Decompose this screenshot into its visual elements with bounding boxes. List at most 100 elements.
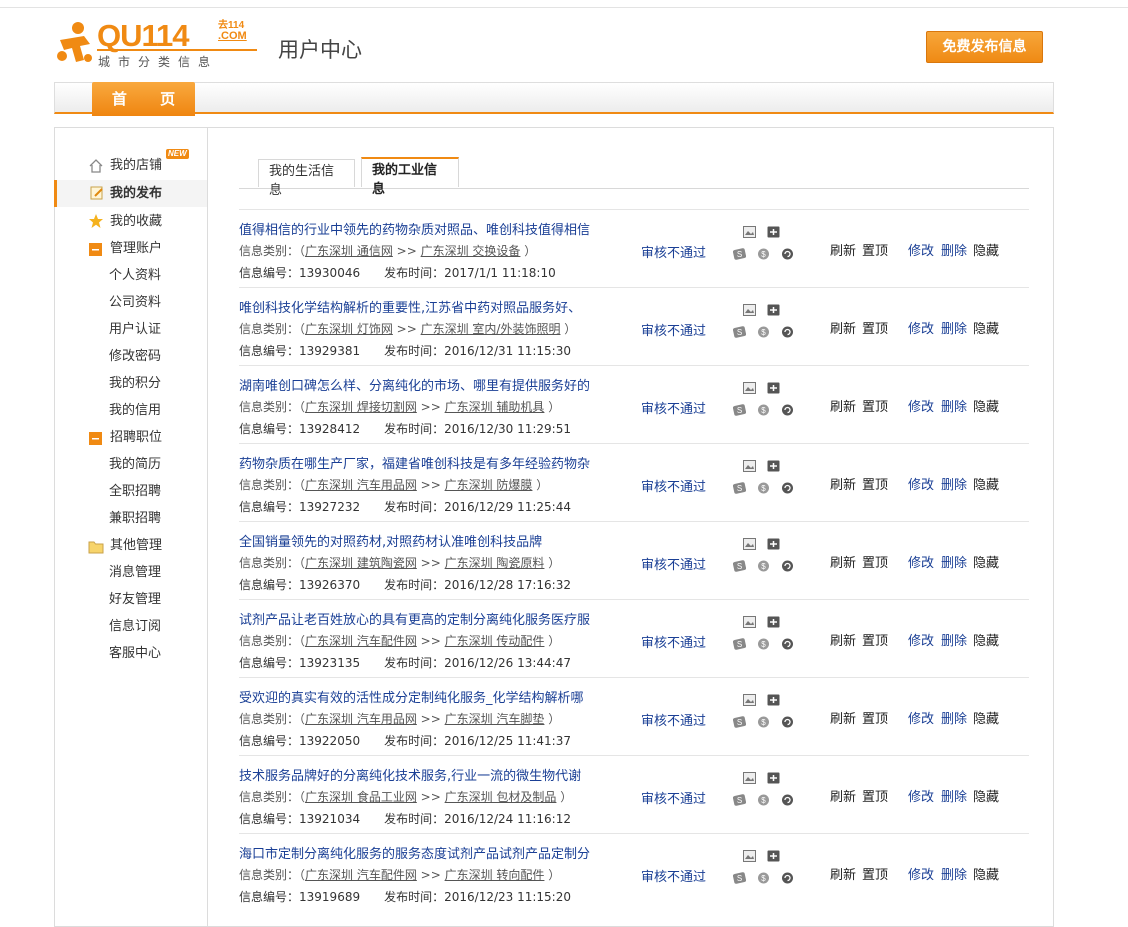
image-icon[interactable] <box>743 850 756 862</box>
category-link-2[interactable]: 广东深圳 传动配件 <box>445 634 545 648</box>
top-action[interactable]: 置顶 <box>862 864 888 883</box>
collapse-icon[interactable] <box>88 242 104 258</box>
hide-action[interactable]: 隐藏 <box>973 708 999 727</box>
refresh-icon[interactable] <box>781 404 794 416</box>
delete-action[interactable]: 删除 <box>941 474 967 493</box>
category-link-1[interactable]: 广东深圳 通信网 <box>305 244 393 258</box>
edit-action[interactable]: 修改 <box>908 786 934 805</box>
refresh-action[interactable]: 刷新 <box>830 630 856 649</box>
post-title[interactable]: 海口市定制分离纯化服务的服务态度试剂产品试剂产品定制分 <box>239 843 590 862</box>
refresh-action[interactable]: 刷新 <box>830 552 856 571</box>
post-title[interactable]: 受欢迎的真实有效的活性成分定制纯化服务_化学结构解析哪 <box>239 687 584 706</box>
sidebar-friends[interactable]: 好友管理 <box>109 590 161 610</box>
sticky-icon[interactable]: S <box>733 404 746 416</box>
delete-action[interactable]: 删除 <box>941 786 967 805</box>
post-title[interactable]: 湖南唯创口碑怎么样、分离纯化的市场、哪里有提供服务好的 <box>239 375 590 394</box>
coin-icon[interactable]: $ <box>757 248 770 260</box>
category-link-1[interactable]: 广东深圳 建筑陶瓷网 <box>305 556 417 570</box>
category-link-2[interactable]: 广东深圳 陶瓷原料 <box>445 556 545 570</box>
category-link-1[interactable]: 广东深圳 焊接切割网 <box>305 400 417 414</box>
review-status[interactable]: 审核不通过 <box>641 554 706 573</box>
edit-action[interactable]: 修改 <box>908 708 934 727</box>
refresh-icon[interactable] <box>781 482 794 494</box>
sidebar-my-points[interactable]: 我的积分 <box>109 374 161 394</box>
refresh-action[interactable]: 刷新 <box>830 786 856 805</box>
post-title[interactable]: 全国销量领先的对照药材,对照药材认准唯创科技品牌 <box>239 531 542 550</box>
delete-action[interactable]: 删除 <box>941 864 967 883</box>
sidebar-my-posts[interactable]: 我的发布 <box>54 180 207 207</box>
review-status[interactable]: 审核不通过 <box>641 398 706 417</box>
category-link-2[interactable]: 广东深圳 辅助机具 <box>445 400 545 414</box>
category-link-2[interactable]: 广东深圳 包材及制品 <box>445 790 557 804</box>
hide-action[interactable]: 隐藏 <box>973 396 999 415</box>
sidebar-user-verify[interactable]: 用户认证 <box>109 320 161 340</box>
sidebar-subscriptions[interactable]: 信息订阅 <box>109 617 161 637</box>
site-logo[interactable]: QU114 去114 .COM 城市分类信息 <box>54 18 260 70</box>
delete-action[interactable]: 删除 <box>941 708 967 727</box>
edit-action[interactable]: 修改 <box>908 474 934 493</box>
post-title[interactable]: 值得相信的行业中领先的药物杂质对照品、唯创科技值得相信 <box>239 219 590 238</box>
nav-home-tab[interactable]: 首 页 <box>92 82 195 116</box>
sidebar-change-password[interactable]: 修改密码 <box>109 347 161 367</box>
post-title[interactable]: 药物杂质在哪生产厂家，福建省唯创科技是有多年经验药物杂 <box>239 453 590 472</box>
sidebar-my-resume[interactable]: 我的简历 <box>109 455 161 475</box>
sidebar-parttime-jobs[interactable]: 兼职招聘 <box>109 509 161 529</box>
category-link-2[interactable]: 广东深圳 交换设备 <box>421 244 521 258</box>
sidebar-customer-service[interactable]: 客服中心 <box>109 644 161 664</box>
sidebar-personal-info[interactable]: 个人资料 <box>109 266 161 286</box>
refresh-action[interactable]: 刷新 <box>830 864 856 883</box>
coin-icon[interactable]: $ <box>757 716 770 728</box>
tab-industrial-info[interactable]: 我的工业信息 <box>361 157 459 197</box>
move-icon[interactable] <box>767 382 780 394</box>
top-action[interactable]: 置顶 <box>862 318 888 337</box>
refresh-action[interactable]: 刷新 <box>830 318 856 337</box>
refresh-action[interactable]: 刷新 <box>830 396 856 415</box>
review-status[interactable]: 审核不通过 <box>641 710 706 729</box>
move-icon[interactable] <box>767 538 780 550</box>
top-action[interactable]: 置顶 <box>862 474 888 493</box>
image-icon[interactable] <box>743 694 756 706</box>
edit-action[interactable]: 修改 <box>908 552 934 571</box>
review-status[interactable]: 审核不通过 <box>641 476 706 495</box>
edit-action[interactable]: 修改 <box>908 396 934 415</box>
post-title[interactable]: 试剂产品让老百姓放心的具有更高的定制分离纯化服务医疗服 <box>239 609 590 628</box>
delete-action[interactable]: 删除 <box>941 240 967 259</box>
delete-action[interactable]: 删除 <box>941 396 967 415</box>
delete-action[interactable]: 删除 <box>941 552 967 571</box>
image-icon[interactable] <box>743 382 756 394</box>
tab-life-info[interactable]: 我的生活信息 <box>258 159 355 198</box>
review-status[interactable]: 审核不通过 <box>641 242 706 261</box>
top-action[interactable]: 置顶 <box>862 786 888 805</box>
category-link-1[interactable]: 广东深圳 汽车用品网 <box>305 712 417 726</box>
hide-action[interactable]: 隐藏 <box>973 240 999 259</box>
sidebar-my-credit[interactable]: 我的信用 <box>109 401 161 421</box>
category-link-1[interactable]: 广东深圳 汽车配件网 <box>305 634 417 648</box>
coin-icon[interactable]: $ <box>757 482 770 494</box>
top-action[interactable]: 置顶 <box>862 630 888 649</box>
sticky-icon[interactable]: S <box>733 326 746 338</box>
top-action[interactable]: 置顶 <box>862 552 888 571</box>
category-link-2[interactable]: 广东深圳 防爆膜 <box>445 478 533 492</box>
category-link-1[interactable]: 广东深圳 汽车配件网 <box>305 868 417 882</box>
sidebar-company-info[interactable]: 公司资料 <box>109 293 161 313</box>
move-icon[interactable] <box>767 304 780 316</box>
coin-icon[interactable]: $ <box>757 638 770 650</box>
refresh-action[interactable]: 刷新 <box>830 240 856 259</box>
refresh-icon[interactable] <box>781 794 794 806</box>
post-title[interactable]: 唯创科技化学结构解析的重要性,江苏省中药对照品服务好、 <box>239 297 581 316</box>
sidebar-messages[interactable]: 消息管理 <box>109 563 161 583</box>
category-link-2[interactable]: 广东深圳 汽车脚垫 <box>445 712 545 726</box>
hide-action[interactable]: 隐藏 <box>973 630 999 649</box>
move-icon[interactable] <box>767 226 780 238</box>
edit-action[interactable]: 修改 <box>908 240 934 259</box>
category-link-1[interactable]: 广东深圳 灯饰网 <box>305 322 393 336</box>
sticky-icon[interactable]: S <box>733 482 746 494</box>
coin-icon[interactable]: $ <box>757 794 770 806</box>
coin-icon[interactable]: $ <box>757 326 770 338</box>
move-icon[interactable] <box>767 850 780 862</box>
review-status[interactable]: 审核不通过 <box>641 866 706 885</box>
sticky-icon[interactable]: S <box>733 560 746 572</box>
delete-action[interactable]: 删除 <box>941 318 967 337</box>
move-icon[interactable] <box>767 694 780 706</box>
hide-action[interactable]: 隐藏 <box>973 318 999 337</box>
